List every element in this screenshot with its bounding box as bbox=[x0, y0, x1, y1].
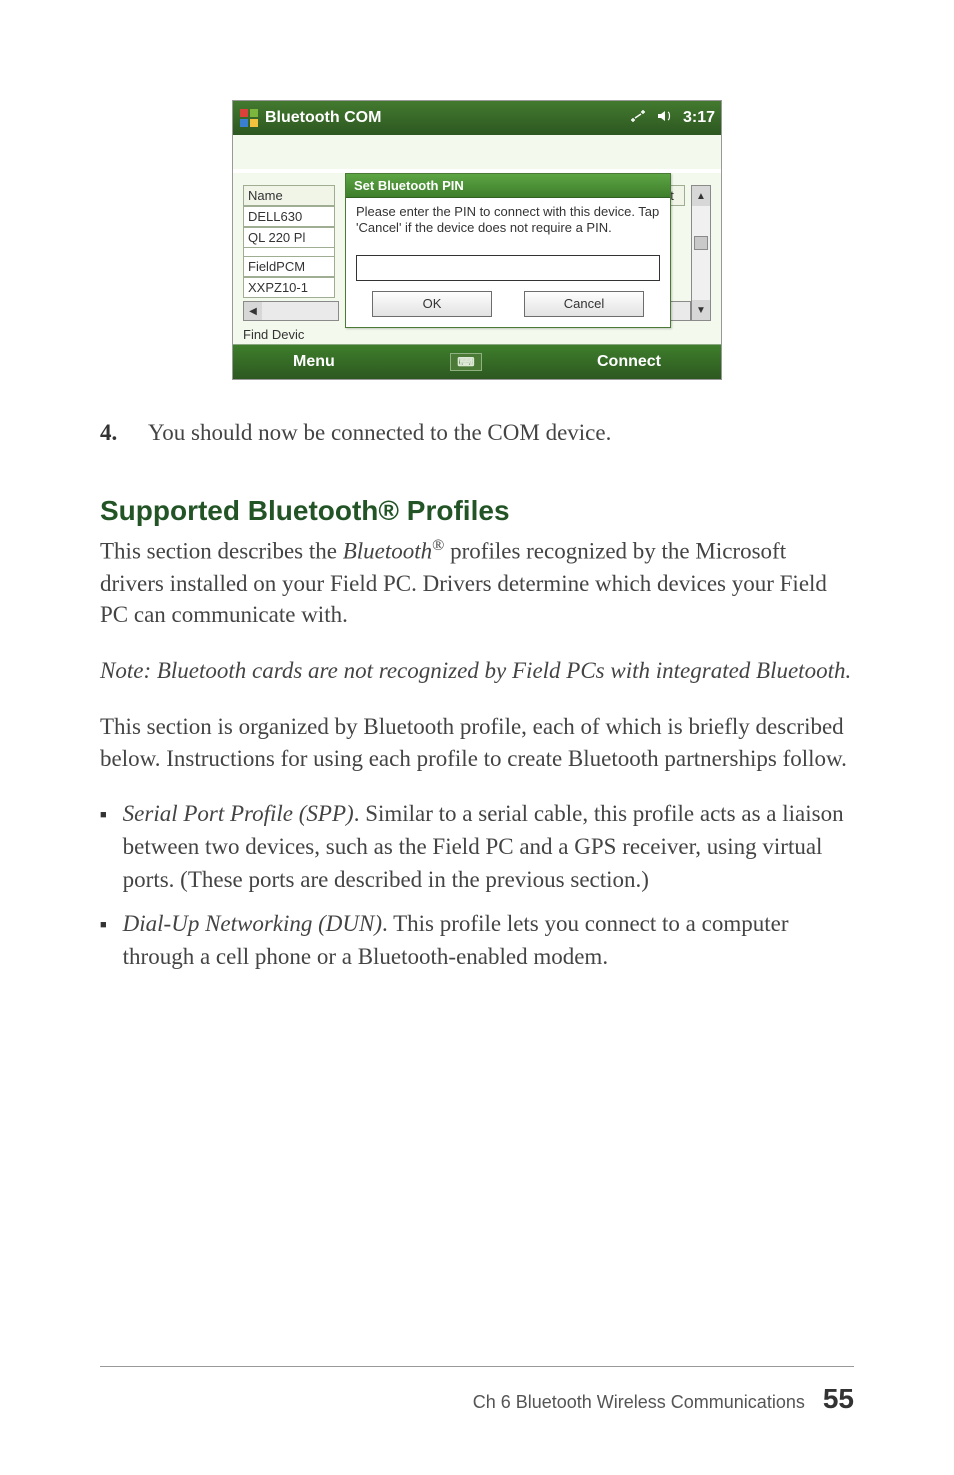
bullet-spp: Serial Port Profile (SPP). Similar to a … bbox=[100, 798, 854, 896]
bullet-dun: Dial-Up Networking (DUN). This profile l… bbox=[100, 908, 854, 973]
horizontal-scrollbar[interactable]: ◀ bbox=[243, 301, 339, 321]
scroll-left-icon[interactable]: ◀ bbox=[244, 302, 262, 320]
menubar: Menu ⌨ Connect bbox=[233, 345, 721, 379]
step-4: 4. You should now be connected to the CO… bbox=[100, 416, 854, 449]
dialog-title: Set Bluetooth PIN bbox=[346, 174, 670, 198]
bluetooth-com-screenshot: Bluetooth COM 3:17 Name DELL630 QL 220 P… bbox=[232, 100, 722, 380]
section-heading: Supported Bluetooth® Profiles bbox=[100, 495, 854, 527]
table-row: XXPZ10-1 bbox=[243, 277, 335, 298]
column-header-name: Name bbox=[243, 185, 335, 206]
table-row: QL 220 Pl bbox=[243, 227, 335, 248]
windows-start-icon bbox=[239, 108, 259, 128]
scroll-down-icon[interactable]: ▼ bbox=[692, 300, 710, 320]
menu-button[interactable]: Menu bbox=[293, 353, 335, 371]
volume-icon bbox=[657, 109, 673, 128]
table-row: FieldPCM bbox=[243, 256, 335, 277]
note-paragraph: Note: Bluetooth cards are not recognized… bbox=[100, 655, 854, 687]
profile-paragraph: This section is organized by Bluetooth p… bbox=[100, 711, 854, 774]
table-row: DELL630 bbox=[243, 206, 335, 227]
connect-button[interactable]: Connect bbox=[597, 353, 661, 371]
step-number: 4. bbox=[100, 416, 126, 449]
page-number: 55 bbox=[823, 1383, 854, 1415]
keyboard-icon[interactable]: ⌨ bbox=[450, 353, 481, 371]
clock-time: 3:17 bbox=[683, 109, 715, 127]
page-footer: Ch 6 Bluetooth Wireless Communications 5… bbox=[100, 1366, 854, 1415]
chapter-label: Ch 6 Bluetooth Wireless Communications bbox=[473, 1392, 805, 1413]
ok-button[interactable]: OK bbox=[372, 291, 492, 317]
cancel-button[interactable]: Cancel bbox=[524, 291, 644, 317]
set-bluetooth-pin-dialog: Set Bluetooth PIN Please enter the PIN t… bbox=[345, 173, 671, 328]
vertical-scrollbar[interactable]: ▲ ▼ bbox=[691, 185, 711, 321]
intro-paragraph: This section describes the Bluetooth® pr… bbox=[100, 535, 854, 631]
connectivity-icon bbox=[629, 109, 647, 128]
scroll-up-icon[interactable]: ▲ bbox=[692, 186, 710, 206]
pin-input[interactable] bbox=[356, 255, 660, 281]
step-text: You should now be connected to the COM d… bbox=[148, 416, 611, 449]
window-titlebar: Bluetooth COM 3:17 bbox=[233, 101, 721, 135]
find-device-label: Find Devic bbox=[243, 327, 304, 342]
window-title: Bluetooth COM bbox=[265, 109, 629, 127]
dialog-text: Please enter the PIN to connect with thi… bbox=[356, 204, 660, 237]
